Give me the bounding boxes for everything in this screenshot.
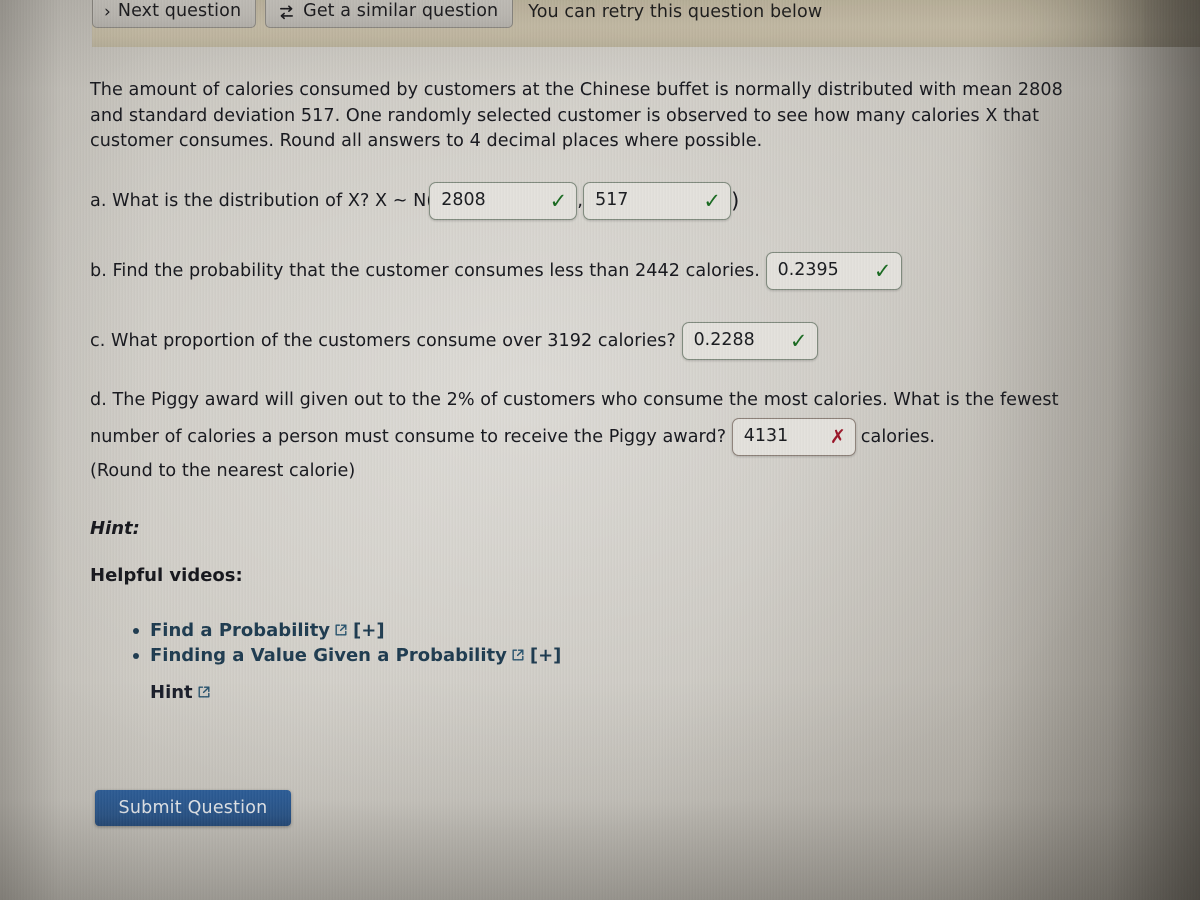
video-link-item[interactable]: Finding a Value Given a Probability [+]	[132, 643, 562, 668]
external-link-icon	[197, 681, 211, 698]
part-c-text: c. What proportion of the customers cons…	[90, 331, 676, 351]
correct-check-icon: ✓	[873, 258, 892, 283]
correct-check-icon: ✓	[789, 328, 808, 353]
cycle-refresh-icon	[277, 4, 296, 21]
part-a-close-paren: )	[731, 189, 740, 213]
part-a-mean-input[interactable]: 2808 ✓	[429, 182, 578, 220]
part-d-input[interactable]: 4131 ✗	[731, 418, 856, 456]
correct-check-icon: ✓	[549, 188, 568, 213]
question-part-b: b. Find the probability that the custome…	[90, 252, 902, 290]
video-link-label: Find a Probability	[150, 620, 331, 641]
part-b-value: 0.2395	[777, 260, 839, 281]
part-a-sd-value: 517	[595, 190, 629, 211]
hint-link-label: Hint	[150, 682, 193, 703]
question-toolbar: › Next question Get a similar question Y…	[92, 0, 822, 28]
part-d-unit: calories.	[860, 427, 936, 447]
get-similar-question-label: Get a similar question	[303, 1, 499, 22]
question-part-a: a. What is the distribution of X? X ~ N(…	[90, 182, 739, 220]
part-b-text: b. Find the probability that the custome…	[90, 261, 760, 281]
submit-question-label: Submit Question	[118, 798, 268, 818]
part-b-input[interactable]: 0.2395 ✓	[765, 252, 902, 290]
helpful-videos-heading: Helpful videos:	[90, 565, 243, 586]
external-link-icon	[511, 644, 525, 661]
chevron-right-icon: ›	[104, 1, 111, 22]
video-expand-toggle[interactable]: [+]	[530, 645, 562, 666]
part-c-value: 0.2288	[693, 330, 755, 351]
part-a-sd-input[interactable]: 517 ✓	[583, 182, 732, 220]
part-a-text: a. What is the distribution of X? X ~ N(	[90, 191, 434, 211]
question-prompt-text: The amount of calories consumed by custo…	[90, 80, 1063, 151]
video-expand-toggle[interactable]: [+]	[353, 620, 385, 641]
question-part-d: d. The Piggy award will given out to the…	[90, 382, 1075, 456]
external-link-icon	[334, 619, 348, 636]
photographed-screen: › Next question Get a similar question Y…	[0, 0, 1200, 900]
get-similar-question-button[interactable]: Get a similar question	[265, 0, 514, 28]
next-question-button[interactable]: › Next question	[92, 0, 257, 28]
question-part-c: c. What proportion of the customers cons…	[90, 322, 818, 360]
part-a-mean-value: 2808	[441, 190, 486, 211]
part-d-value: 4131	[743, 426, 789, 447]
helpful-videos-list: Find a Probability [+] Finding a Value G…	[120, 618, 561, 705]
hint-link-item[interactable]: Hint	[150, 680, 561, 705]
correct-check-icon: ✓	[703, 188, 722, 213]
part-d-rounding-note: (Round to the nearest calorie)	[90, 456, 355, 486]
submit-question-button[interactable]: Submit Question	[95, 790, 291, 826]
next-question-label: Next question	[117, 1, 242, 22]
video-link-label: Finding a Value Given a Probability	[150, 645, 507, 666]
part-d-rounding-note-text: (Round to the nearest calorie)	[90, 461, 356, 481]
question-prompt: The amount of calories consumed by custo…	[90, 78, 1090, 155]
hint-heading: Hint:	[90, 518, 140, 539]
video-link-item[interactable]: Find a Probability [+]	[132, 618, 561, 643]
incorrect-cross-icon: ✗	[829, 425, 846, 448]
retry-note: You can retry this question below	[528, 2, 823, 22]
part-c-input[interactable]: 0.2288 ✓	[681, 322, 818, 360]
top-toolbar-band: › Next question Get a similar question Y…	[92, 0, 1200, 47]
